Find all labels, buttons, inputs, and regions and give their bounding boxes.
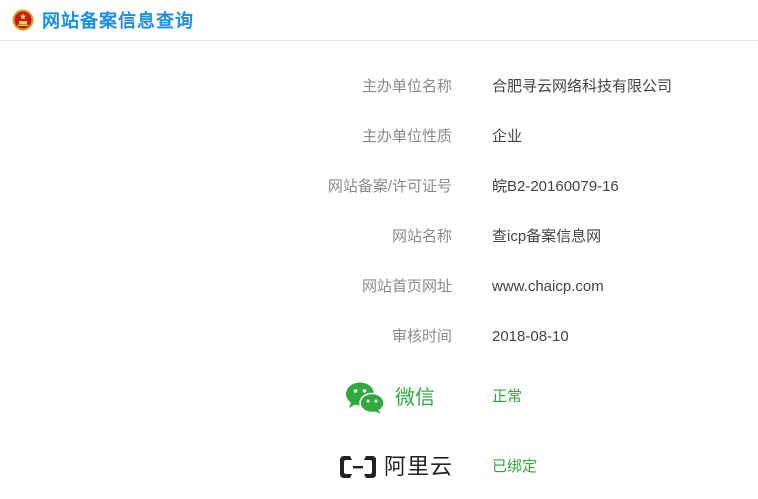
record-label: 网站名称 xyxy=(391,228,452,245)
record-row-sponsor-name: 主办单位名称 合肥寻云网络科技有限公司 xyxy=(0,75,758,99)
record-row-review-date: 审核时间 2018-08-10 xyxy=(0,325,758,349)
record-label: 网站备案/许可证号 xyxy=(327,178,452,195)
record-label: 主办单位名称 xyxy=(361,78,452,95)
record-label: 审核时间 xyxy=(391,328,452,345)
wechat-status: 正常 xyxy=(492,388,523,405)
aliyun-label: 阿里云 xyxy=(384,454,454,479)
record-row-license-number: 网站备案/许可证号 皖B2-20160079-16 xyxy=(0,175,758,199)
aliyun-icon xyxy=(340,456,376,478)
record-row-site-name: 网站名称 查icp备案信息网 xyxy=(0,225,758,249)
record-value: 查icp备案信息网 xyxy=(492,228,602,245)
record-row-sponsor-type: 主办单位性质 企业 xyxy=(0,125,758,149)
page-header: 网站备案信息查询 xyxy=(0,0,758,41)
record-label: 主办单位性质 xyxy=(361,128,452,145)
record-label: 网站首页网址 xyxy=(361,278,452,295)
record-row-homepage-url: 网站首页网址 www.chaicp.com xyxy=(0,275,758,299)
aliyun-status: 已绑定 xyxy=(492,458,538,475)
wechat-label: 微信 xyxy=(395,387,435,409)
national-emblem-icon xyxy=(12,9,34,31)
record-value[interactable]: www.chaicp.com xyxy=(492,275,604,299)
wechat-icon xyxy=(346,382,385,414)
record-value: 皖B2-20160079-16 xyxy=(492,178,619,195)
record-value: 合肥寻云网络科技有限公司 xyxy=(492,78,673,95)
page-title: 网站备案信息查询 xyxy=(42,11,194,31)
record-value: 2018-08-10 xyxy=(492,328,569,345)
record-value: 企业 xyxy=(492,128,523,145)
